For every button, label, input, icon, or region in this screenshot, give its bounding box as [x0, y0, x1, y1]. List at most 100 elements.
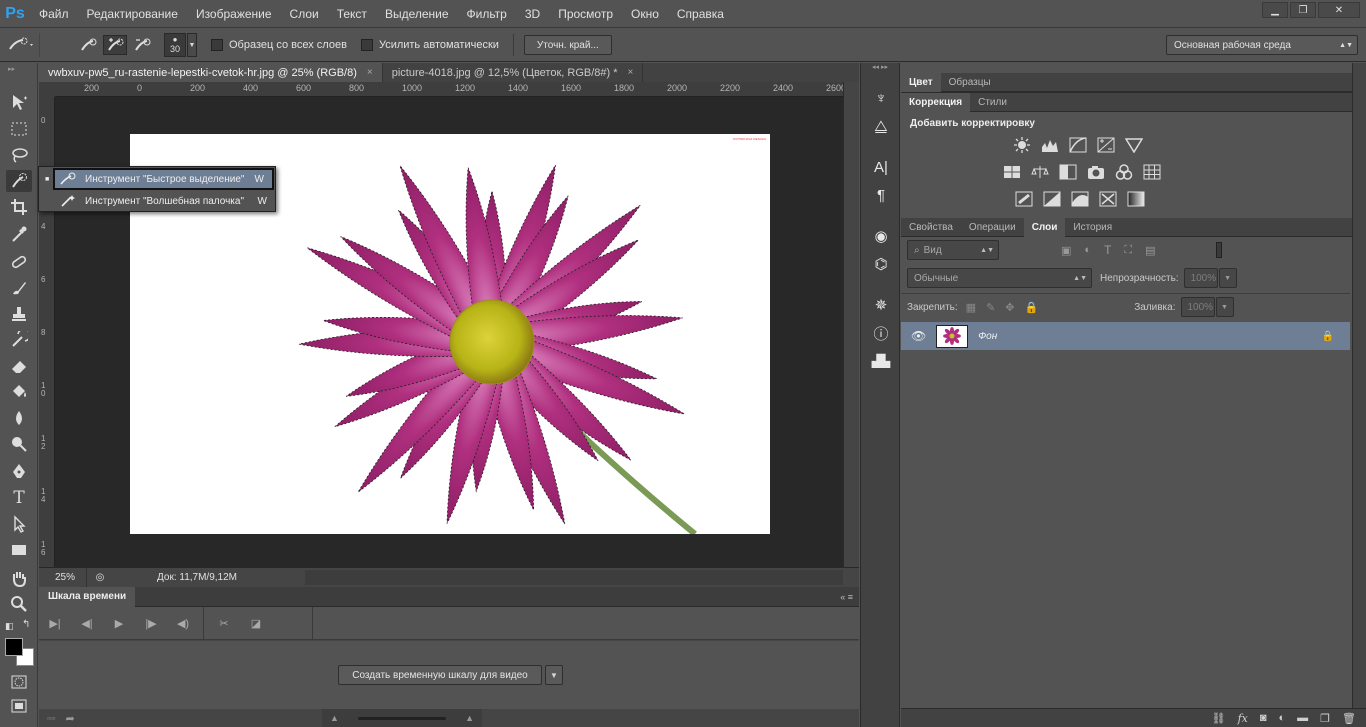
filter-adjustment-icon[interactable]: ◐ — [1084, 244, 1091, 256]
tab-history[interactable]: История — [1065, 218, 1120, 237]
character-panel-icon[interactable]: A| — [869, 157, 893, 177]
menu-image[interactable]: Изображение — [187, 0, 281, 28]
color-lookup-icon[interactable] — [1141, 162, 1163, 182]
info-panel-icon[interactable]: ⓘ — [869, 323, 893, 343]
brush-size-picker[interactable]: ● 30 — [164, 33, 186, 57]
channel-mixer-icon[interactable] — [1113, 162, 1135, 182]
filter-pixel-icon[interactable]: ▣ — [1061, 244, 1071, 257]
timeline-tab[interactable]: Шкала времени — [39, 586, 136, 607]
foreground-color-swatch[interactable] — [5, 638, 23, 656]
clone-stamp-tool-icon[interactable] — [6, 303, 32, 325]
transition-icon[interactable]: ◪ — [240, 617, 272, 630]
link-layers-icon[interactable]: ⛓ — [1212, 712, 1226, 725]
lasso-tool-icon[interactable] — [6, 144, 32, 166]
path-selection-tool-icon[interactable] — [6, 513, 32, 535]
curves-icon[interactable] — [1067, 135, 1089, 155]
crop-tool-icon[interactable] — [6, 196, 32, 218]
sample-all-layers-checkbox[interactable]: Образец со всех слоев — [211, 39, 347, 51]
menu-view[interactable]: Просмотр — [549, 0, 622, 28]
layer-name[interactable]: Фон — [978, 331, 997, 342]
filter-smart-object-icon[interactable]: ▤ — [1145, 244, 1155, 257]
delete-layer-icon[interactable]: 🗑 — [1342, 712, 1356, 725]
filter-shape-icon[interactable]: ⛶ — [1124, 244, 1132, 257]
menu-edit[interactable]: Редактирование — [78, 0, 187, 28]
threshold-icon[interactable] — [1069, 189, 1091, 209]
menu-file[interactable]: Файл — [30, 0, 78, 28]
brightness-contrast-icon[interactable] — [1011, 135, 1033, 155]
photo-filter-icon[interactable] — [1085, 162, 1107, 182]
timeline-type-dropdown[interactable]: ▼ — [545, 665, 563, 685]
menu-layers[interactable]: Слои — [281, 0, 328, 28]
document-tab-2[interactable]: picture-4018.jpg @ 12,5% (Цветок, RGB/8#… — [383, 63, 644, 82]
quick-selection-tool-icon[interactable] — [6, 170, 32, 192]
menu-filter[interactable]: Фильтр — [458, 0, 516, 28]
move-tool-icon[interactable] — [6, 91, 32, 113]
lock-transparent-icon[interactable]: ▦ — [966, 301, 976, 314]
close-tab-icon[interactable]: × — [367, 67, 373, 78]
menu-3d[interactable]: 3D — [516, 0, 549, 28]
exposure-icon[interactable] — [1095, 135, 1117, 155]
paragraph-panel-icon[interactable]: ¶ — [869, 185, 893, 205]
split-icon[interactable]: ✂ — [208, 617, 240, 630]
paint-bucket-tool-icon[interactable] — [6, 381, 32, 403]
invert-icon[interactable] — [1013, 189, 1035, 209]
add-mask-icon[interactable]: ◙ — [1260, 712, 1267, 724]
swap-colors-icon[interactable]: ↰ — [22, 619, 30, 630]
fill-input[interactable]: 100% — [1180, 297, 1215, 317]
brush-presets-icon[interactable]: ♆ — [869, 88, 893, 108]
hand-tool-icon[interactable] — [6, 567, 32, 589]
convert-icon[interactable]: ➦ — [66, 712, 75, 725]
previous-frame-icon[interactable]: ◀| — [71, 617, 103, 630]
color-balance-icon[interactable] — [1029, 162, 1051, 182]
auto-enhance-checkbox[interactable]: Усилить автоматически — [360, 39, 499, 51]
flyout-magic-wand[interactable]: Инструмент "Волшебная палочка" W — [53, 190, 275, 212]
next-frame-icon[interactable]: |▶ — [135, 617, 167, 630]
layer-style-icon[interactable]: fx — [1238, 712, 1248, 725]
marquee-tool-icon[interactable] — [6, 118, 32, 140]
type-tool-icon[interactable]: T — [6, 487, 32, 509]
opacity-dropdown[interactable]: ▼ — [1218, 268, 1237, 288]
zoom-level[interactable]: 25% — [39, 568, 87, 587]
horizontal-scrollbar[interactable] — [305, 570, 843, 585]
go-to-first-frame-icon[interactable]: ▶| — [39, 617, 71, 630]
audio-icon[interactable]: ◀) — [167, 617, 199, 630]
tab-actions[interactable]: Операции — [961, 218, 1024, 237]
play-icon[interactable]: ▶ — [103, 617, 135, 630]
lock-pixels-icon[interactable]: ✎ — [986, 301, 995, 314]
navigator-icon[interactable]: ✵ — [869, 295, 893, 315]
layer-row-background[interactable]: 👁 Фон 🔒 — [901, 322, 1350, 350]
filter-type-icon[interactable]: T — [1104, 243, 1111, 257]
timeline-zoom-slider[interactable]: ▲ ▲ — [322, 709, 482, 727]
hue-saturation-icon[interactable] — [1001, 162, 1023, 182]
zoom-tool-icon[interactable] — [6, 593, 32, 615]
paths-panel-icon[interactable]: ⌬ — [869, 254, 893, 274]
black-white-icon[interactable] — [1057, 162, 1079, 182]
workspace-switcher[interactable]: Основная рабочая среда ▲▼ — [1166, 35, 1358, 55]
add-to-selection-icon[interactable] — [103, 35, 127, 55]
panels-scrollbar[interactable] — [1352, 63, 1366, 708]
vertical-scrollbar[interactable] — [843, 82, 859, 567]
layer-kind-filter[interactable]: ⌕ Вид ▲▼ — [907, 240, 999, 260]
menu-window[interactable]: Окно — [622, 0, 668, 28]
quick-mask-icon[interactable] — [6, 671, 32, 693]
fill-dropdown[interactable]: ▼ — [1215, 297, 1234, 317]
new-group-icon[interactable]: ▬ — [1297, 712, 1308, 724]
collapse-panels-icon[interactable]: ▸▸ — [901, 63, 1366, 73]
selective-color-icon[interactable] — [1097, 189, 1119, 209]
tab-adjustments[interactable]: Коррекция — [901, 93, 971, 112]
panel-menu-icon[interactable]: « ≡ — [840, 592, 853, 602]
collapse-dock-icon[interactable]: ◂◂ ▸▸ — [861, 63, 899, 75]
tab-styles[interactable]: Стили — [970, 93, 1015, 112]
default-colors-icon[interactable]: ◧ — [5, 621, 14, 632]
gradient-map-icon[interactable] — [1125, 189, 1147, 209]
dodge-tool-icon[interactable] — [6, 433, 32, 455]
status-info-icon[interactable]: ◎ — [87, 572, 113, 583]
restore-button[interactable]: ❐ — [1290, 2, 1316, 18]
new-selection-icon[interactable] — [76, 35, 100, 55]
opacity-input[interactable]: 100% — [1183, 268, 1218, 288]
tool-preset-picker[interactable] — [0, 33, 40, 57]
adjustment-layer-icon[interactable]: ◐ — [1279, 712, 1286, 724]
levels-icon[interactable] — [1039, 135, 1061, 155]
blur-tool-icon[interactable] — [6, 407, 32, 429]
brush-tool-icon[interactable] — [6, 277, 32, 299]
